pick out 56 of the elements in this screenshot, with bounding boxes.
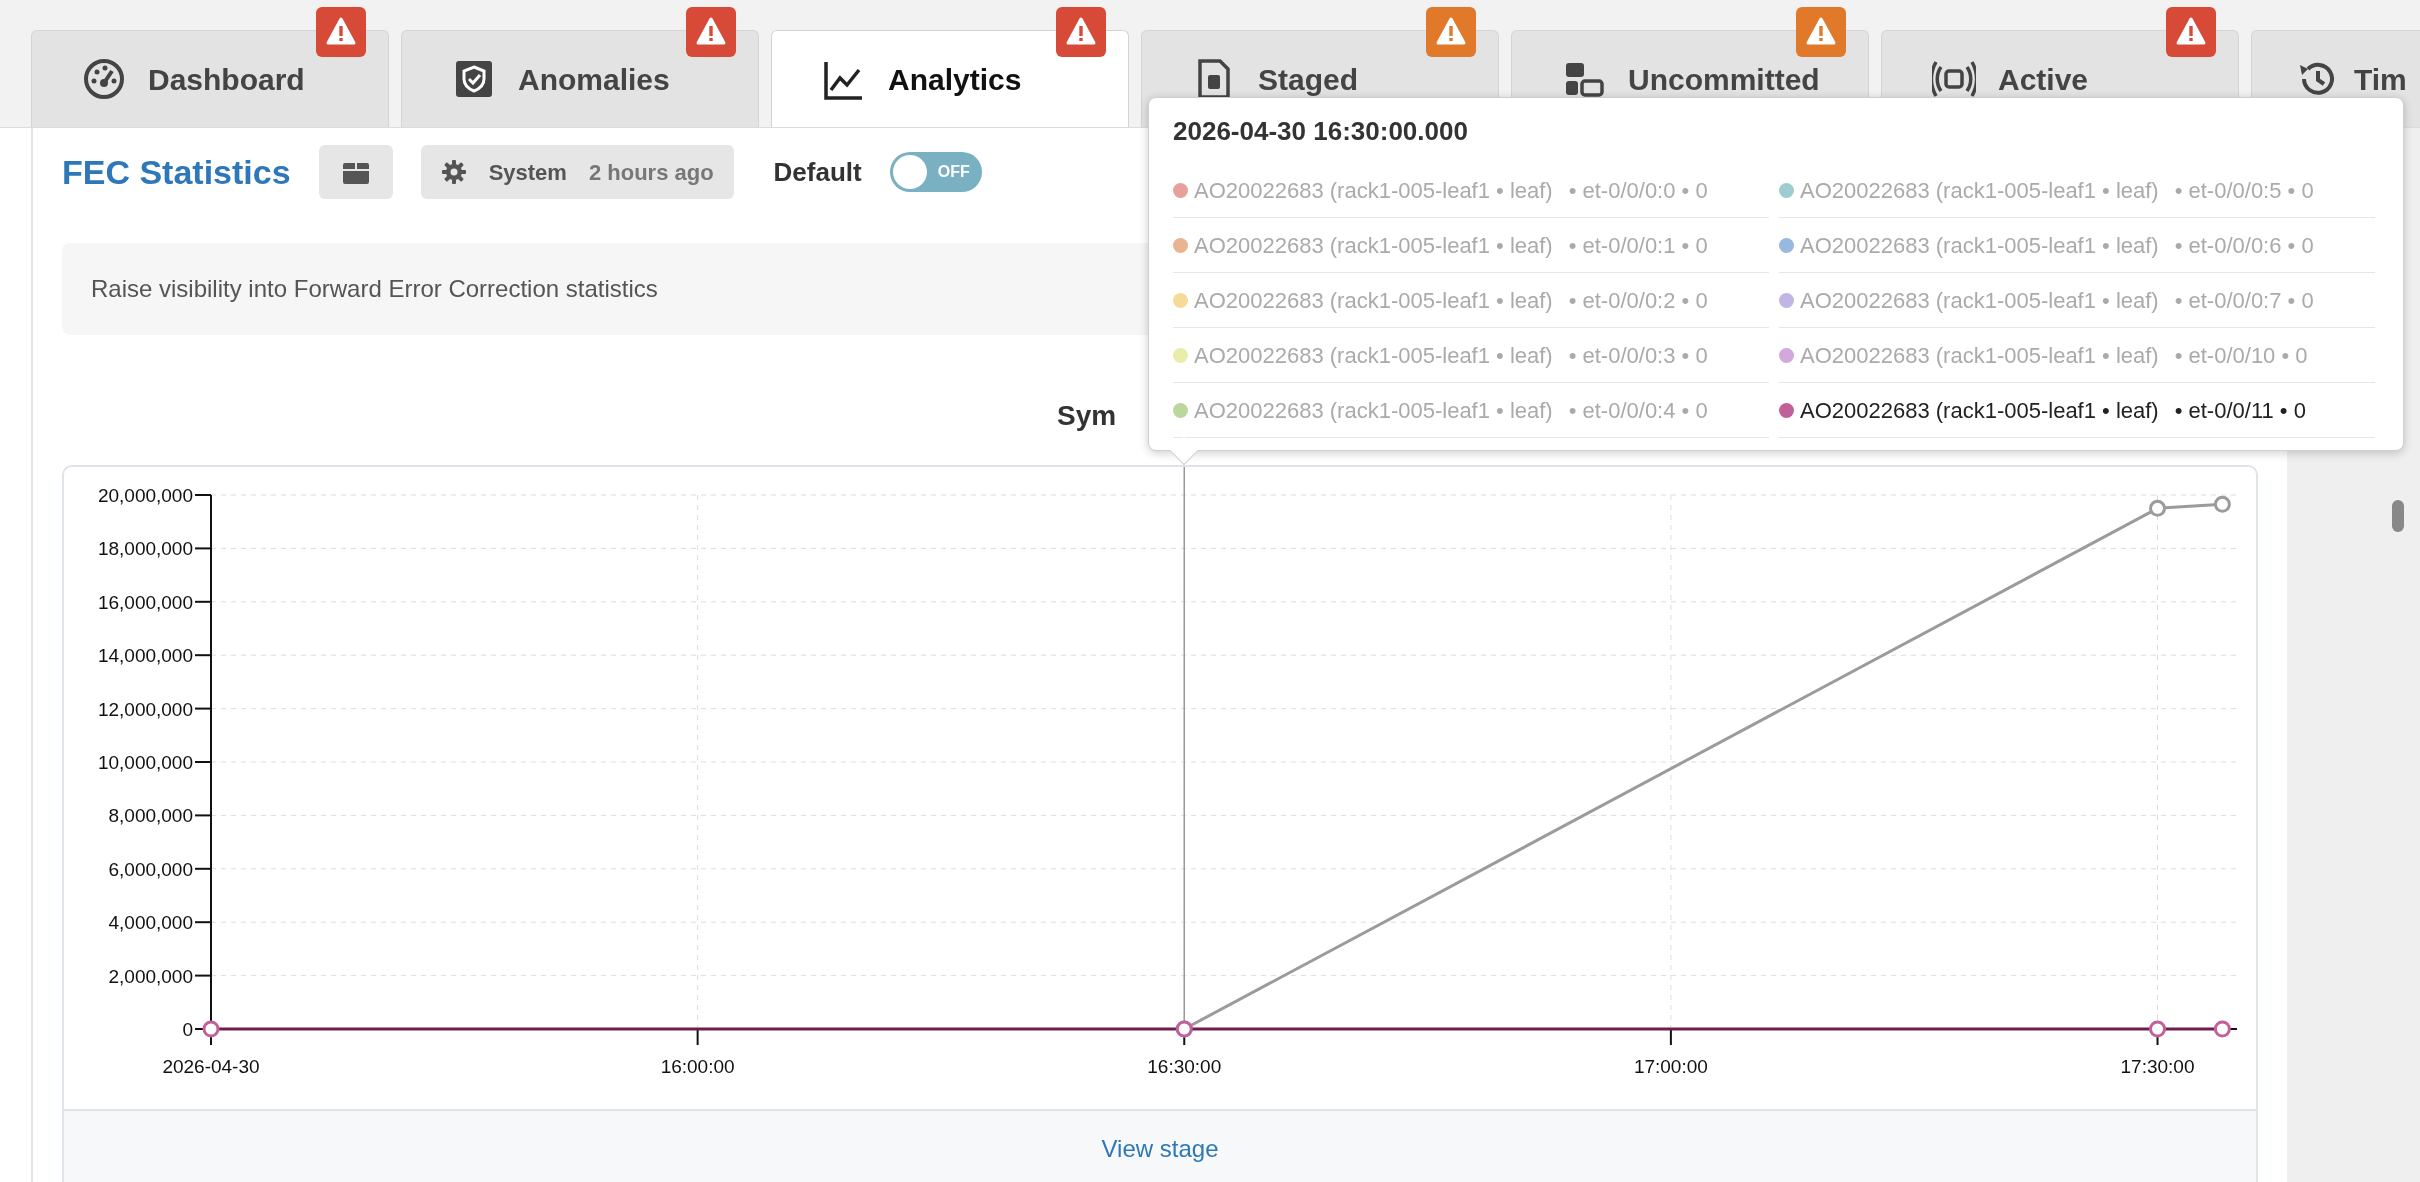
gear-icon — [440, 159, 467, 185]
x-tick-label: 17:00:00 — [1633, 1056, 1708, 1077]
device-name: AO20022683 (rack1-005-leaf1 • leaf) — [1800, 231, 2159, 260]
port-value: • et-0/0/0:7 • 0 — [2174, 286, 2314, 315]
x-tick-label: 17:30:00 — [2120, 1056, 2195, 1077]
device-name: AO20022683 (rack1-005-leaf1 • leaf) — [1194, 396, 1553, 425]
port-value: • et-0/0/0:6 • 0 — [2174, 231, 2314, 260]
port-value: • et-0/0/0:5 • 0 — [2174, 176, 2314, 205]
x-tick-label: 2026-04-30 — [162, 1056, 260, 1077]
y-tick-label: 14,000,000 — [97, 645, 193, 667]
device-name: AO20022683 (rack1-005-leaf1 • leaf) — [1194, 341, 1553, 370]
y-tick-label: 16,000,000 — [97, 591, 193, 613]
port-value: • et-0/0/0:3 • 0 — [1568, 341, 1708, 370]
scrollbar-thumb[interactable] — [2392, 500, 2404, 532]
port-value: • et-0/0/0:2 • 0 — [1568, 286, 1708, 315]
y-tick-label: 12,000,000 — [97, 698, 193, 720]
port-value: • et-0/0/10 • 0 — [2174, 341, 2308, 370]
port-value: • et-0/0/0:1 • 0 — [1568, 231, 1708, 260]
page-title[interactable]: FEC Statistics — [62, 146, 291, 198]
chart-title: Sym — [1057, 400, 1117, 431]
data-point — [202, 1020, 220, 1038]
source-label: System — [488, 158, 567, 187]
device-name: AO20022683 (rack1-005-leaf1 • leaf) — [1194, 176, 1553, 205]
nav-tab[interactable]: Dashboard — [31, 30, 389, 127]
nav-tab[interactable]: Anomalies — [401, 30, 759, 127]
device-name: AO20022683 (rack1-005-leaf1 • leaf) — [1194, 286, 1553, 315]
data-point — [2213, 1020, 2231, 1038]
gauge-icon — [82, 57, 126, 101]
device-name: AO20022683 (rack1-005-leaf1 • leaf) — [1194, 231, 1553, 260]
view-stage-link[interactable]: View stage — [1101, 1131, 1219, 1163]
y-tick-label: 10,000,000 — [97, 752, 193, 773]
y-tick-label: 6,000,000 — [108, 858, 193, 880]
data-point — [2149, 499, 2166, 517]
nav-tab[interactable]: Analytics — [771, 30, 1129, 127]
description-text: Raise visibility into Forward Error Correction statistics — [91, 274, 658, 304]
port-value: • et-0/0/0:4 • 0 — [1568, 396, 1708, 425]
y-tick-label: 8,000,000 — [108, 805, 193, 827]
device-name: AO20022683 (rack1-005-leaf1 • leaf) — [1800, 341, 2159, 370]
box-icon — [342, 160, 369, 184]
y-tick-label: 20,000,000 — [97, 485, 193, 506]
data-point — [2149, 1020, 2166, 1038]
device-name: AO20022683 (rack1-005-leaf1 • leaf) — [1800, 396, 2159, 425]
default-label: Default — [773, 155, 862, 189]
y-tick-label: 0 — [182, 1019, 193, 1040]
updated-time: 2 hours ago — [588, 158, 714, 187]
device-name: AO20022683 (rack1-005-leaf1 • leaf) — [1800, 176, 2159, 205]
device-name: AO20022683 (rack1-005-leaf1 • leaf) — [1800, 286, 2159, 315]
data-point — [2213, 495, 2231, 513]
x-tick-label: 16:30:00 — [1147, 1056, 1222, 1077]
y-tick-label: 4,000,000 — [108, 912, 193, 934]
package-button[interactable] — [318, 145, 393, 199]
y-tick-label: 2,000,000 — [108, 965, 193, 987]
port-value: • et-0/0/0:0 • 0 — [1568, 176, 1708, 205]
x-tick-label: 16:00:00 — [660, 1056, 735, 1077]
y-tick-label: 18,000,000 — [97, 538, 193, 560]
port-value: • et-0/0/11 • 0 — [2174, 396, 2306, 425]
